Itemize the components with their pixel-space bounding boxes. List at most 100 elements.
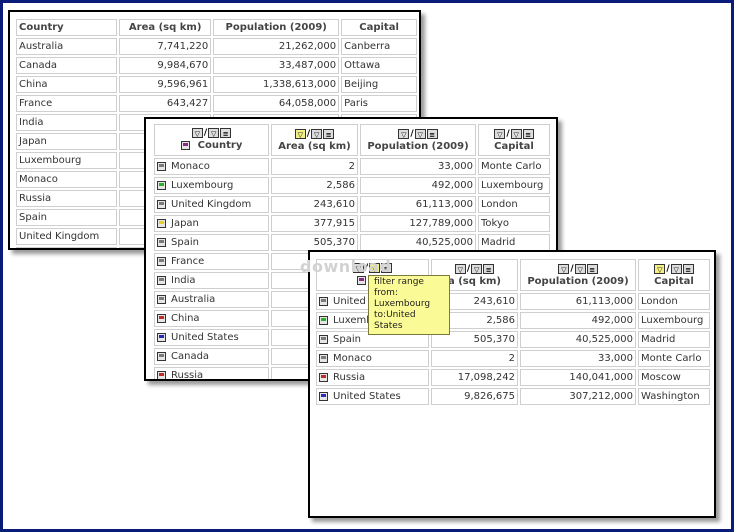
cell-country: Monaco: [316, 350, 429, 367]
table-row[interactable]: China 9,596,961 1,338,613,000 Beijing: [16, 76, 417, 93]
sort-desc-icon[interactable]: ▽: [471, 263, 483, 274]
cell-area: 2,586: [271, 177, 358, 194]
table-row[interactable]: United Kingdom 243,610 61,113,000 London: [154, 196, 550, 213]
row-flag-icon[interactable]: [157, 180, 166, 190]
cell-area: 505,370: [271, 234, 358, 251]
row-flag-icon[interactable]: [157, 237, 166, 247]
sort-desc-icon[interactable]: ▽: [574, 263, 586, 274]
cell-area: 2: [431, 350, 518, 367]
cell-capital: Madrid: [638, 331, 710, 348]
column-header-capital[interactable]: ▽ / ▽ ≡ Capital: [478, 124, 550, 156]
column-header-population[interactable]: ▽ / ▽ ≡ Population (2009): [360, 124, 476, 156]
row-flag-icon[interactable]: [157, 275, 166, 285]
sort-asc-icon[interactable]: ▽: [398, 128, 410, 139]
table-row[interactable]: United States 9,826,675 307,212,000 Washing…: [316, 388, 710, 405]
cell-population: 1,338,613,000: [213, 76, 340, 93]
column-header-country[interactable]: Country: [16, 19, 118, 36]
country-name: Russia: [333, 372, 366, 383]
sort-asc-icon[interactable]: ▽: [454, 263, 466, 274]
cell-area: 17,098,242: [431, 369, 518, 386]
cell-country: United States: [154, 329, 269, 346]
table-row[interactable]: Monaco 2 33,000 Monte Carlo: [316, 350, 710, 367]
column-header-capital[interactable]: Capital: [341, 19, 417, 36]
cell-country: Russia: [16, 190, 118, 207]
sort-asc-icon[interactable]: ▽: [654, 263, 666, 274]
country-name: Australia: [171, 294, 216, 305]
column-label: Capital: [494, 140, 534, 152]
row-flag-icon[interactable]: [157, 370, 166, 379]
cell-country: Luxembourg: [16, 152, 118, 169]
filter-icon[interactable]: ≡: [522, 128, 534, 139]
row-flag-icon[interactable]: [157, 351, 166, 361]
sort-desc-icon[interactable]: ▽: [670, 263, 682, 274]
sort-asc-icon[interactable]: ▽: [494, 128, 506, 139]
cell-country: Luxembourg: [154, 177, 269, 194]
filter-icon[interactable]: ≡: [586, 263, 598, 274]
sort-asc-icon[interactable]: ▽: [294, 128, 306, 139]
filter-icon[interactable]: ≡: [483, 263, 495, 274]
filter-icon[interactable]: ≡: [220, 127, 232, 138]
separator: /: [306, 128, 311, 139]
country-name: United States: [171, 332, 239, 343]
row-flag-icon[interactable]: [157, 218, 166, 228]
table-row[interactable]: Luxembourg 2,586 492,000 Luxembourg: [154, 177, 550, 194]
cell-country: France: [154, 253, 269, 270]
header-row: ▽ / ▽ ≡ Country ▽ / ▽ ≡ Area (sq km) ▽ / ▽ ≡ Popu…: [154, 124, 550, 156]
cell-country: Spain: [154, 234, 269, 251]
table-row[interactable]: Spain 505,370 40,525,000 Madrid: [154, 234, 550, 251]
row-flag-icon[interactable]: [157, 332, 166, 342]
cell-country: India: [16, 114, 118, 131]
column-header-country[interactable]: ▽ / ▽ ≡ Country: [154, 124, 269, 156]
table-row[interactable]: France 643,427 64,058,000 Paris: [16, 95, 417, 112]
row-flag-icon[interactable]: [319, 334, 328, 344]
column-label: Area (sq km): [278, 140, 351, 152]
table-row[interactable]: Canada 9,984,670 33,487,000 Ottawa: [16, 57, 417, 74]
cell-capital: Beijing: [341, 76, 417, 93]
sort-asc-icon[interactable]: ▽: [558, 263, 570, 274]
sort-desc-icon[interactable]: ▽: [510, 128, 522, 139]
table-row[interactable]: Australia 7,741,220 21,262,000 Canberra: [16, 38, 417, 55]
row-flag-icon[interactable]: [157, 199, 166, 209]
separator: /: [666, 263, 670, 274]
sort-desc-icon[interactable]: ▽: [208, 127, 220, 138]
separator: /: [466, 263, 471, 274]
row-flag-icon[interactable]: [319, 353, 328, 363]
cell-country: China: [16, 76, 118, 93]
cell-country: Russia: [154, 367, 269, 379]
cell-capital: Monte Carlo: [638, 350, 710, 367]
country-name: India: [171, 275, 196, 286]
row-flag-icon[interactable]: [157, 161, 166, 171]
sort-desc-icon[interactable]: ▽: [311, 128, 323, 139]
row-flag-icon[interactable]: [319, 372, 328, 382]
table-row[interactable]: Russia 17,098,242 140,041,000 Moscow: [316, 369, 710, 386]
filter-icon[interactable]: ≡: [682, 263, 694, 274]
tooltip-from: from: Luxembourg: [374, 288, 431, 309]
column-label: Capital: [654, 275, 694, 287]
table-row[interactable]: Monaco 2 33,000 Monte Carlo: [154, 158, 550, 175]
row-flag-icon[interactable]: [157, 294, 166, 304]
row-flag-icon[interactable]: [319, 296, 328, 306]
filter-icon[interactable]: ≡: [323, 128, 335, 139]
cell-capital: Washington: [638, 388, 710, 405]
cell-capital: Moscow: [638, 369, 710, 386]
column-header-population[interactable]: ▽ / ▽ ≡ Population (2009): [520, 259, 636, 291]
cell-population: 127,789,000: [360, 215, 476, 232]
filter-toolbar: ▽ / ▽ ≡: [157, 127, 266, 139]
sort-desc-icon[interactable]: ▽: [414, 128, 426, 139]
column-header-population[interactable]: Population (2009): [213, 19, 340, 36]
filter-icon[interactable]: ≡: [426, 128, 438, 139]
country-name: France: [171, 256, 205, 267]
sort-asc-icon[interactable]: ▽: [191, 127, 203, 138]
table-row[interactable]: Japan 377,915 127,789,000 Tokyo: [154, 215, 550, 232]
row-flag-icon[interactable]: [157, 313, 166, 323]
cell-country: France: [16, 95, 118, 112]
column-header-area[interactable]: ▽ / ▽ ≡ Area (sq km): [271, 124, 358, 156]
country-name: Monaco: [333, 353, 372, 364]
cell-area: 643,427: [119, 95, 212, 112]
row-flag-icon[interactable]: [319, 315, 328, 325]
row-flag-icon[interactable]: [319, 391, 328, 401]
column-header-capital[interactable]: ▽ / ▽ ≡ Capital: [638, 259, 710, 291]
column-header-area[interactable]: Area (sq km): [119, 19, 212, 36]
row-flag-icon[interactable]: [157, 256, 166, 266]
cell-area: 9,984,670: [119, 57, 212, 74]
